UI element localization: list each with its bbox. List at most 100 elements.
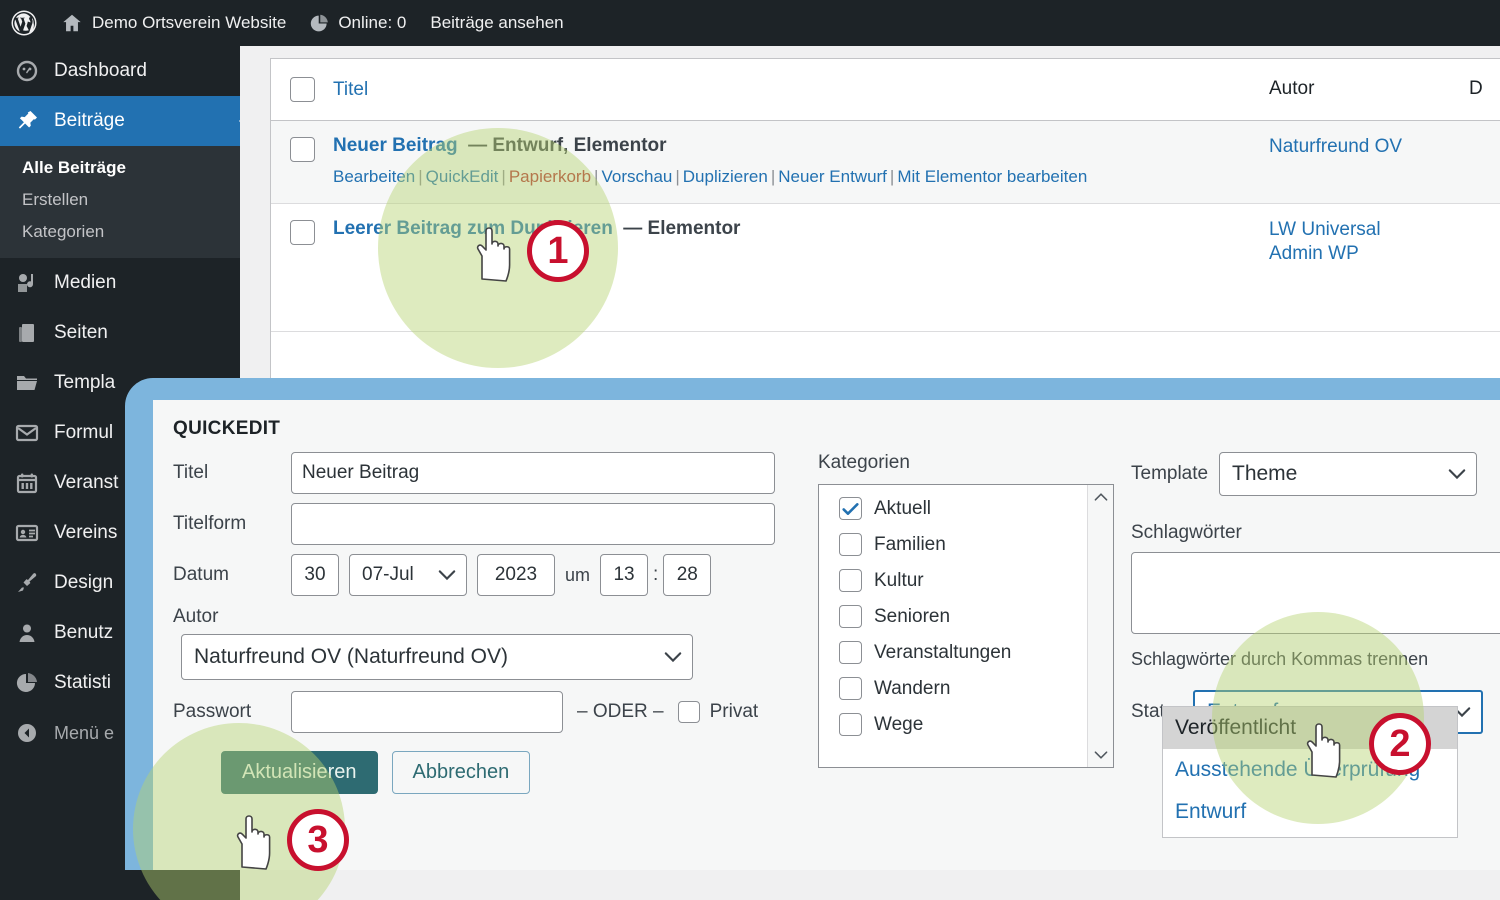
sidebar-item-erstellen[interactable]: Erstellen xyxy=(0,184,240,216)
password-field-label: Passwort xyxy=(173,701,252,722)
field-row-title: Titel xyxy=(173,452,803,494)
row-select-cell xyxy=(271,121,333,162)
post-title-link[interactable]: Neuer Beitrag xyxy=(333,135,458,156)
sidebar-item-medien[interactable]: Medien xyxy=(0,258,240,308)
media-icon xyxy=(14,270,40,296)
date-month-select[interactable]: 07-Jul xyxy=(349,554,467,596)
sidebar-item-label: Medien xyxy=(54,272,117,293)
table-row: Leerer Beitrag zum Duplizieren — Element… xyxy=(271,204,1500,332)
view-posts-link[interactable]: Beiträge ansehen xyxy=(418,0,575,46)
column-header-author-cell: Autor xyxy=(1269,77,1469,102)
date-month-value: 07-Jul xyxy=(362,564,414,585)
slug-input[interactable] xyxy=(291,503,775,545)
sidebar-item-label: Vereins xyxy=(54,522,118,543)
row-title-cell: Leerer Beitrag zum Duplizieren — Element… xyxy=(333,204,1269,254)
category-item[interactable]: Wege xyxy=(839,713,1113,736)
category-item[interactable]: Kultur xyxy=(839,569,1113,592)
row-checkbox[interactable] xyxy=(289,219,315,245)
category-checkbox[interactable] xyxy=(839,497,862,520)
password-input[interactable] xyxy=(291,691,563,733)
chevron-down-icon xyxy=(1094,751,1107,759)
sidebar-subitem-label: Kategorien xyxy=(22,222,105,241)
categories-scrollbar[interactable] xyxy=(1087,485,1113,767)
select-all-checkbox[interactable] xyxy=(289,77,315,102)
chevron-up-icon xyxy=(1094,493,1107,501)
time-colon: : xyxy=(653,564,659,585)
category-checkbox[interactable] xyxy=(839,533,862,556)
table-row: Neuer Beitrag — Entwurf, Elementor Bearb… xyxy=(271,121,1500,204)
checkmark-icon xyxy=(842,502,859,515)
private-label: Privat xyxy=(709,701,759,722)
categories-label: Kategorien xyxy=(818,452,910,473)
category-checkbox[interactable] xyxy=(839,605,862,628)
wordpress-logo-button[interactable] xyxy=(0,0,49,46)
update-button[interactable]: Aktualisieren xyxy=(221,751,378,794)
category-label: Kultur xyxy=(874,569,924,591)
column-header-date[interactable]: D xyxy=(1469,78,1483,99)
row-checkbox[interactable] xyxy=(289,137,315,162)
category-checkbox[interactable] xyxy=(839,713,862,736)
status-option-entwurf[interactable]: Entwurf xyxy=(1163,791,1457,833)
action-mit-elementor-bearbeiten[interactable]: Mit Elementor bearbeiten xyxy=(897,167,1087,186)
categories-listbox: Aktuell Familien Kultur Senioren Veranst… xyxy=(818,484,1114,768)
sidebar-item-dashboard[interactable]: Dashboard xyxy=(0,46,240,96)
category-label: Familien xyxy=(874,533,946,555)
category-item[interactable]: Aktuell xyxy=(839,497,1113,520)
action-vorschau[interactable]: Vorschau xyxy=(601,167,672,186)
sidebar-item-label: Benutz xyxy=(54,622,114,643)
action-neuer-entwurf[interactable]: Neuer Entwurf xyxy=(778,167,887,186)
sidebar-subitem-label: Erstellen xyxy=(22,190,89,209)
tags-textarea[interactable] xyxy=(1131,552,1500,634)
sidebar-subitem-label: Alle Beiträge xyxy=(22,158,126,177)
action-quickedit[interactable]: QuickEdit xyxy=(426,167,499,186)
sidebar-item-label: Statisti xyxy=(54,672,112,693)
post-status-meta: — Entwurf, Elementor xyxy=(468,135,667,156)
time-hour-input[interactable] xyxy=(600,554,649,596)
category-item[interactable]: Familien xyxy=(839,533,1113,556)
action-papierkorb[interactable]: Papierkorb xyxy=(509,167,591,186)
quickedit-right-column: Template Theme Schlagwörter Schlagwörter… xyxy=(1131,452,1500,734)
category-checkbox[interactable] xyxy=(839,677,862,700)
date-year-input[interactable] xyxy=(477,554,555,596)
action-duplizieren[interactable]: Duplizieren xyxy=(683,167,768,186)
sidebar-item-beitraege[interactable]: Beiträge xyxy=(0,96,240,146)
cancel-button[interactable]: Abbrechen xyxy=(391,751,531,794)
quickedit-legend: QUICKEDIT xyxy=(173,418,281,439)
title-input[interactable] xyxy=(291,452,775,494)
action-bearbeiten[interactable]: Bearbeiten xyxy=(333,167,415,186)
private-checkbox[interactable] xyxy=(677,701,700,723)
row-date-cell xyxy=(1469,204,1500,232)
sidebar-item-alle-beitraege[interactable]: Alle Beiträge xyxy=(0,152,240,184)
post-status-meta: — Elementor xyxy=(623,217,741,239)
category-item[interactable]: Veranstaltungen xyxy=(839,641,1113,664)
category-item[interactable]: Senioren xyxy=(839,605,1113,628)
envelope-icon xyxy=(14,420,40,446)
time-minute-input[interactable] xyxy=(663,554,712,596)
field-row-password: Passwort – ODER – Privat xyxy=(173,691,803,733)
sidebar-item-label: Templa xyxy=(54,372,116,393)
author-link[interactable]: LW Universal xyxy=(1269,218,1469,243)
author-link[interactable]: Naturfreund OV xyxy=(1269,136,1402,157)
author-link-second[interactable]: Admin WP xyxy=(1269,242,1469,267)
categories-list: Aktuell Familien Kultur Senioren Veranst… xyxy=(819,485,1113,736)
author-select[interactable]: Naturfreund OV (Naturfreund OV) xyxy=(181,634,693,680)
pages-icon xyxy=(14,320,40,346)
home-icon xyxy=(63,14,81,32)
sidebar-item-kategorien[interactable]: Kategorien xyxy=(0,216,240,248)
column-header-title[interactable]: Titel xyxy=(333,79,368,100)
calendar-icon xyxy=(14,470,40,496)
online-count-label: Online: 0 xyxy=(338,13,407,32)
select-all-cell xyxy=(271,77,333,102)
online-stats-menu[interactable]: Online: 0 xyxy=(298,0,418,46)
category-item[interactable]: Wandern xyxy=(839,677,1113,700)
row-author-cell: LW Universal Admin WP xyxy=(1269,204,1469,281)
column-header-author[interactable]: Autor xyxy=(1269,78,1314,99)
category-checkbox[interactable] xyxy=(839,641,862,664)
chevron-down-icon xyxy=(664,651,682,663)
sidebar-item-seiten[interactable]: Seiten xyxy=(0,308,240,358)
sidebar-item-label: Formul xyxy=(54,422,114,443)
date-day-input[interactable] xyxy=(291,554,339,596)
template-select[interactable]: Theme xyxy=(1219,452,1477,496)
category-checkbox[interactable] xyxy=(839,569,862,592)
site-name-menu[interactable]: Demo Ortsverein Website xyxy=(49,0,298,46)
